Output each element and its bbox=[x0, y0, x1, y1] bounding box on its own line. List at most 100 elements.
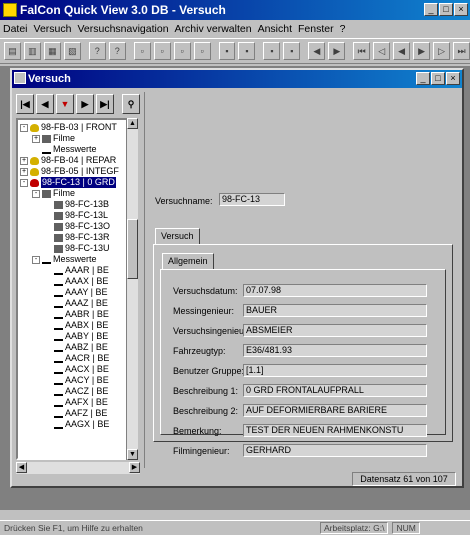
tree-item[interactable]: +98-FB-04 | REPAR bbox=[20, 155, 132, 166]
tree-item[interactable]: AAAZ | BE bbox=[20, 298, 132, 309]
field-value[interactable]: 0 GRD FRONTALAUFPRALL bbox=[243, 384, 427, 397]
tree-item[interactable]: +98-FB-05 | INTEGF bbox=[20, 166, 132, 177]
versuchname-field[interactable]: 98-FC-13 bbox=[219, 193, 285, 206]
close-button[interactable]: × bbox=[454, 3, 468, 16]
tree-item[interactable]: AAAX | BE bbox=[20, 276, 132, 287]
tree-item[interactable]: 98-FC-13B bbox=[20, 199, 132, 210]
tool1-icon[interactable]: ▪ bbox=[218, 42, 236, 60]
next-record-button[interactable]: ▶ bbox=[76, 94, 94, 114]
tree-item[interactable]: AAFZ | BE bbox=[20, 408, 132, 419]
scroll-right-icon[interactable]: ▶ bbox=[129, 462, 140, 473]
view3-icon[interactable]: ▫ bbox=[173, 42, 191, 60]
help-pointer-icon[interactable]: ? bbox=[88, 42, 106, 60]
tree-item[interactable]: - Messwerte bbox=[20, 254, 132, 265]
tool4-icon[interactable]: ▪ bbox=[283, 42, 301, 60]
menu-fenster[interactable]: Fenster bbox=[298, 23, 334, 35]
tree-item[interactable]: 98-FC-13O bbox=[20, 221, 132, 232]
tree-view[interactable]: -98-FB-03 | FRONT + Filme Messwerte +98-FB-0… bbox=[16, 118, 134, 460]
collapse-icon[interactable]: - bbox=[20, 178, 28, 187]
minimize-button[interactable]: _ bbox=[424, 3, 438, 16]
maximize-button[interactable]: □ bbox=[439, 3, 453, 16]
field-value[interactable]: BAUER bbox=[243, 304, 427, 317]
child-maximize-button[interactable]: □ bbox=[431, 72, 445, 85]
field-value[interactable]: ABSMEIER bbox=[243, 324, 427, 337]
step-fwd-icon[interactable]: ▷ bbox=[433, 42, 451, 60]
last-record-button[interactable]: ▶| bbox=[96, 94, 114, 114]
child-close-button[interactable]: × bbox=[446, 72, 460, 85]
tree-item[interactable]: AABZ | BE bbox=[20, 342, 132, 353]
chart-icon[interactable]: ▤ bbox=[4, 42, 21, 60]
tree-item[interactable]: AAFX | BE bbox=[20, 397, 132, 408]
menu-archiv[interactable]: Archiv verwalten bbox=[175, 23, 252, 35]
tab-allgemein[interactable]: Allgemein bbox=[162, 253, 214, 270]
scroll-thumb[interactable] bbox=[127, 219, 138, 279]
view2-icon[interactable]: ▫ bbox=[153, 42, 171, 60]
field-value[interactable]: E36/481.93 bbox=[243, 344, 427, 357]
view4-icon[interactable]: ▫ bbox=[193, 42, 211, 60]
scroll-left-icon[interactable]: ◀ bbox=[16, 462, 27, 473]
tree-item[interactable]: AAGX | BE bbox=[20, 419, 132, 430]
tree-item[interactable]: AACY | BE bbox=[20, 375, 132, 386]
tree-item[interactable]: AABY | BE bbox=[20, 331, 132, 342]
menu-ansicht[interactable]: Ansicht bbox=[258, 23, 292, 35]
scroll-down-icon[interactable]: ▼ bbox=[127, 449, 138, 460]
tree-vertical-scrollbar[interactable]: ▲ ▼ bbox=[126, 118, 138, 460]
tree-item[interactable]: AACZ | BE bbox=[20, 386, 132, 397]
menu-versuch[interactable]: Versuch bbox=[34, 23, 72, 35]
help-icon[interactable]: ? bbox=[108, 42, 126, 60]
tree-item[interactable]: 98-FC-13L bbox=[20, 210, 132, 221]
menu-datei[interactable]: Datei bbox=[3, 23, 28, 35]
field-value[interactable]: TEST DER NEUEN RAHMENKONSTU bbox=[243, 424, 427, 437]
scroll-up-icon[interactable]: ▲ bbox=[127, 118, 138, 129]
collapse-icon[interactable]: - bbox=[32, 255, 40, 264]
print-icon[interactable]: ▧ bbox=[63, 42, 81, 60]
last-frame-icon[interactable]: ⏭ bbox=[453, 42, 470, 60]
first-frame-icon[interactable]: ⏮ bbox=[353, 42, 371, 60]
tree-item[interactable]: - 98-FC-13 | 0 GRD bbox=[20, 177, 132, 188]
tree-item[interactable]: + Filme bbox=[20, 133, 132, 144]
tab-versuch[interactable]: Versuch bbox=[155, 228, 200, 245]
expand-icon[interactable]: + bbox=[32, 134, 40, 143]
tree-item[interactable]: 98-FC-13R bbox=[20, 232, 132, 243]
tree-item[interactable]: - Filme bbox=[20, 188, 132, 199]
child-window-icon[interactable] bbox=[14, 72, 26, 84]
tree-item-label: AAAX | BE bbox=[65, 276, 109, 286]
tree-item[interactable]: AAAY | BE bbox=[20, 287, 132, 298]
menu-versuchsnavigation[interactable]: Versuchsnavigation bbox=[77, 23, 168, 35]
prev-icon[interactable]: ◀ bbox=[308, 42, 326, 60]
field-value[interactable]: 07.07.98 bbox=[243, 284, 427, 297]
child-minimize-button[interactable]: _ bbox=[416, 72, 430, 85]
app-icon[interactable] bbox=[3, 3, 17, 17]
collapse-icon[interactable]: - bbox=[20, 123, 28, 132]
tool2-icon[interactable]: ▪ bbox=[238, 42, 256, 60]
next-icon[interactable]: ▶ bbox=[328, 42, 346, 60]
view1-icon[interactable]: ▫ bbox=[133, 42, 151, 60]
menu-help[interactable]: ? bbox=[340, 23, 346, 35]
collapse-icon[interactable]: - bbox=[32, 189, 40, 198]
play-icon[interactable]: ▶ bbox=[413, 42, 431, 60]
step-back-icon[interactable]: ◀ bbox=[393, 42, 411, 60]
tree-item[interactable]: AAAR | BE bbox=[20, 265, 132, 276]
expand-icon[interactable]: + bbox=[20, 167, 28, 176]
prev-record-button[interactable]: ◀ bbox=[36, 94, 54, 114]
tree-horizontal-scrollbar[interactable]: ◀ ▶ bbox=[16, 462, 140, 474]
prev-frame-icon[interactable]: ◁ bbox=[373, 42, 391, 60]
expand-icon[interactable]: + bbox=[20, 156, 28, 165]
tool3-icon[interactable]: ▪ bbox=[263, 42, 281, 60]
field-value[interactable]: GERHARD bbox=[243, 444, 427, 457]
filter-icon[interactable]: ▼ bbox=[56, 94, 74, 114]
tree-item[interactable]: AABX | BE bbox=[20, 320, 132, 331]
tree-item[interactable]: AABR | BE bbox=[20, 309, 132, 320]
field-value[interactable]: [1.1] bbox=[243, 364, 427, 377]
bars-icon[interactable]: ▥ bbox=[23, 42, 41, 60]
tree-item[interactable]: AACX | BE bbox=[20, 364, 132, 375]
tree-item[interactable]: AACR | BE bbox=[20, 353, 132, 364]
tree-item[interactable]: 98-FC-13U bbox=[20, 243, 132, 254]
field-value[interactable]: AUF DEFORMIERBARE BARIERE bbox=[243, 404, 427, 417]
first-record-button[interactable]: |◀ bbox=[16, 94, 34, 114]
wave-icon bbox=[54, 366, 63, 374]
binoculars-icon[interactable]: ⚲ bbox=[122, 94, 140, 114]
book-icon[interactable]: ▦ bbox=[43, 42, 61, 60]
tree-item[interactable]: - 98-FB-03 | FRONT bbox=[20, 122, 132, 133]
tree-item[interactable]: Messwerte bbox=[20, 144, 132, 155]
